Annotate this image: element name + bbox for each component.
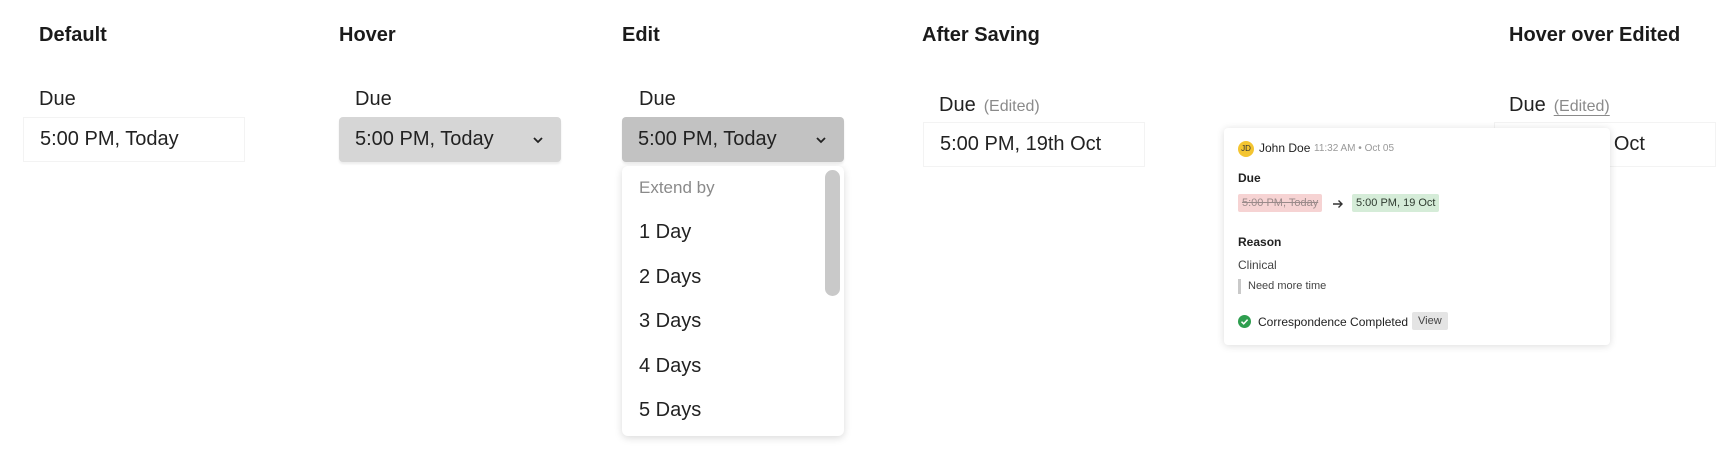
due-label-row: Due (Edited): [1509, 94, 1610, 117]
dropdown-option[interactable]: 5 Days: [639, 399, 701, 422]
arrow-right-icon: [1333, 200, 1343, 208]
avatar: JD: [1238, 141, 1254, 157]
dropdown-scrollbar[interactable]: [825, 170, 840, 296]
status-text: Correspondence Completed: [1258, 315, 1409, 329]
extend-by-dropdown[interactable]: Extend by 1 Day 2 Days 3 Days 4 Days 5 D…: [622, 166, 844, 436]
due-label: Due: [639, 88, 676, 110]
edited-tag-hovered[interactable]: (Edited): [1554, 98, 1610, 115]
dropdown-option[interactable]: 2 Days: [639, 266, 701, 289]
due-select-value: 5:00 PM, Today: [638, 128, 777, 150]
state-title-hover: Hover: [339, 24, 396, 46]
state-title-after-saving: After Saving: [922, 24, 1040, 46]
due-label: Due: [355, 88, 392, 110]
user-name: John Doe: [1259, 141, 1311, 155]
edit-history-popover: JD John Doe 11:32 AM • Oct 05 Due 5:00 P…: [1224, 128, 1610, 345]
due-value[interactable]: 5:00 PM, 19th Oct: [923, 122, 1145, 167]
dropdown-option[interactable]: 3 Days: [639, 310, 701, 333]
old-value-chip: 5:00 PM, Today: [1238, 194, 1323, 212]
dropdown-header: Extend by: [639, 178, 715, 197]
due-label-row: Due (Edited): [939, 94, 1040, 117]
new-value-chip: 5:00 PM, 19 Oct: [1352, 194, 1440, 212]
due-label: Due: [1509, 94, 1546, 116]
chevron-down-icon: [816, 136, 826, 143]
reason-note: Need more time: [1248, 280, 1327, 292]
due-label: Due: [939, 94, 976, 116]
dropdown-option[interactable]: 1 Day: [639, 221, 691, 244]
dropdown-option[interactable]: 4 Days: [639, 355, 701, 378]
state-title-default: Default: [39, 24, 107, 46]
chevron-down-icon: [533, 136, 543, 143]
state-title-edit: Edit: [622, 24, 660, 46]
state-title-hover-edited: Hover over Edited: [1509, 24, 1681, 46]
due-select-edit[interactable]: 5:00 PM, Today: [622, 117, 844, 162]
due-select-hover[interactable]: 5:00 PM, Today: [339, 117, 561, 162]
reason-section-title: Reason: [1238, 235, 1282, 249]
due-label: Due: [39, 88, 76, 110]
reason-text: Clinical: [1238, 258, 1277, 272]
edit-timestamp: 11:32 AM • Oct 05: [1314, 143, 1395, 154]
view-button[interactable]: View: [1412, 312, 1448, 330]
due-select-value: 5:00 PM, Today: [355, 128, 494, 150]
due-section-title: Due: [1238, 171, 1261, 185]
check-circle-icon: [1238, 315, 1251, 328]
due-value[interactable]: 5:00 PM, Today: [23, 117, 245, 162]
edited-tag: (Edited): [983, 98, 1040, 115]
quote-bar: [1238, 279, 1241, 294]
